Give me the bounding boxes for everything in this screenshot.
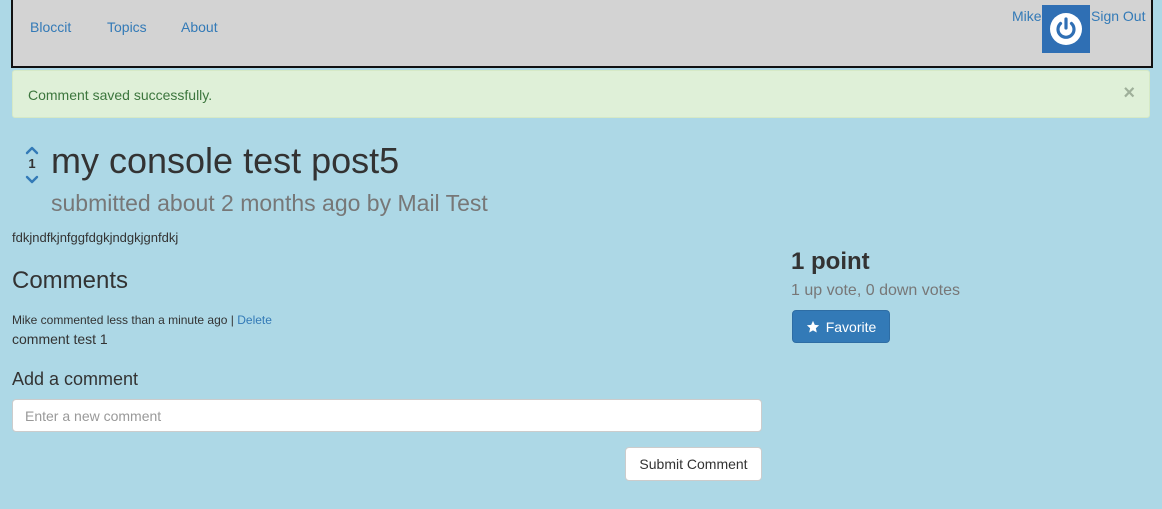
downvote-chevron-icon[interactable] <box>22 172 42 186</box>
post-title: my console test post5 <box>51 140 400 181</box>
vote-control: 1 <box>22 142 42 186</box>
avatar[interactable] <box>1042 5 1090 53</box>
success-alert: Comment saved successfully. × <box>12 70 1150 118</box>
sign-out-link[interactable]: Sign Out <box>1091 8 1145 24</box>
comment-author-time: Mike commented less than a minute ago | <box>12 313 234 327</box>
comment-body: comment test 1 <box>12 331 108 347</box>
upvote-chevron-icon[interactable] <box>22 142 42 156</box>
votes-detail: 1 up vote, 0 down votes <box>791 282 960 299</box>
user-name-link[interactable]: Mike <box>1012 8 1042 24</box>
post-submitted-info: submitted about 2 months ago by Mail Tes… <box>51 190 488 216</box>
star-icon <box>806 320 819 333</box>
close-icon[interactable]: × <box>1123 83 1135 103</box>
add-comment-heading: Add a comment <box>12 369 139 389</box>
navbar: Bloccit Topics About <box>11 0 1153 68</box>
nav-link-topics[interactable]: Topics <box>107 19 147 35</box>
nav-link-about[interactable]: About <box>181 19 218 35</box>
comment-meta: Mike commented less than a minute ago | … <box>12 313 272 327</box>
favorite-label: Favorite <box>825 318 877 335</box>
points-total: 1 point <box>791 248 870 275</box>
power-icon <box>1050 13 1082 45</box>
comment-input[interactable] <box>12 399 762 432</box>
vote-count: 1 <box>28 156 36 171</box>
favorite-button[interactable]: Favorite <box>792 310 890 343</box>
comments-heading: Comments <box>12 267 129 294</box>
submit-comment-button[interactable]: Submit Comment <box>625 447 762 481</box>
alert-message: Comment saved successfully. <box>28 87 213 103</box>
nav-link-bloccit[interactable]: Bloccit <box>30 19 71 35</box>
delete-comment-link[interactable]: Delete <box>237 313 272 327</box>
post-body: fdkjndfkjnfggfdgkjndgkjgnfdkj <box>12 230 179 245</box>
